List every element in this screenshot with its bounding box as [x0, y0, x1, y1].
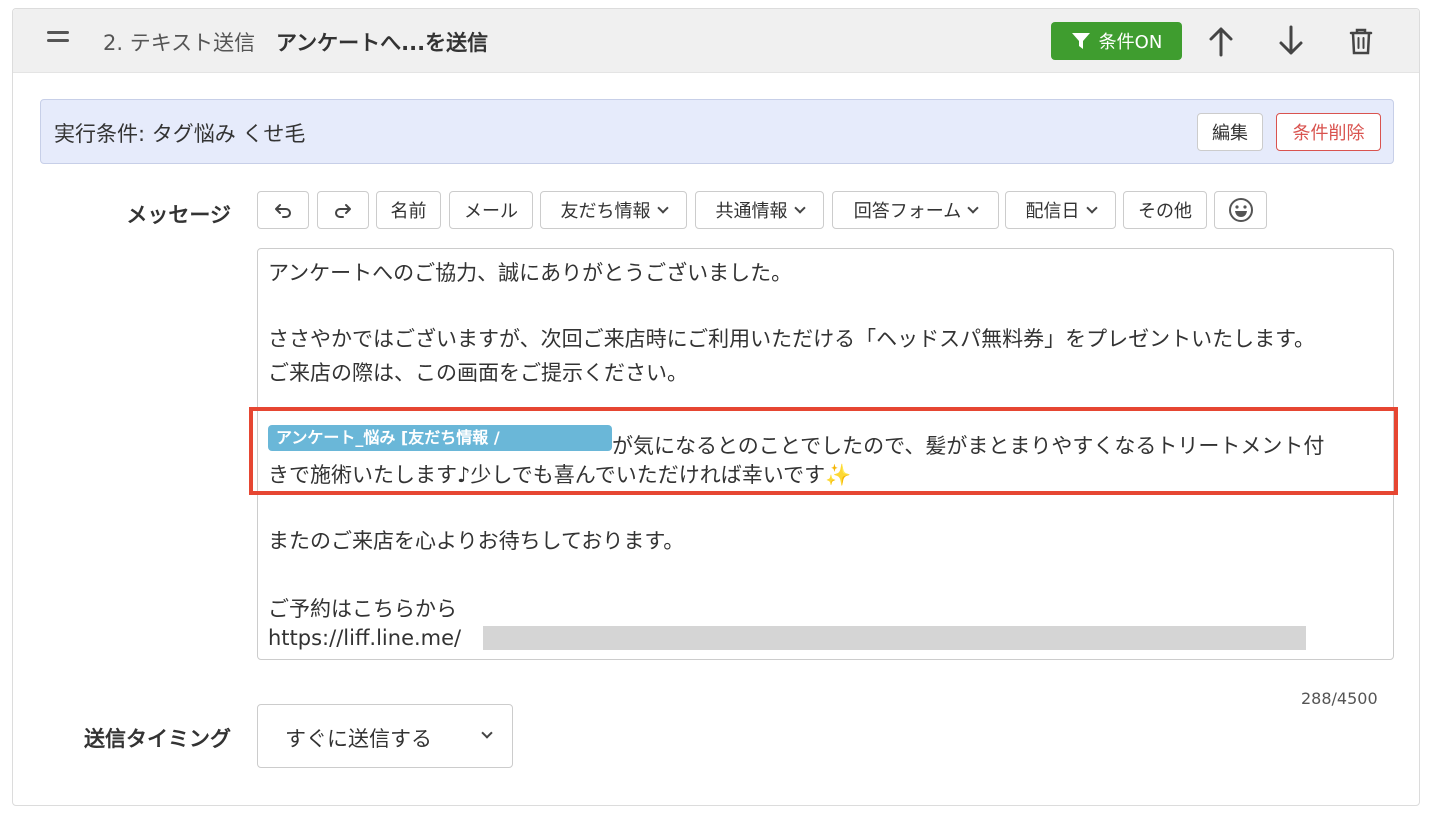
delete-step-button[interactable] — [1343, 23, 1379, 59]
chevron-down-icon — [793, 202, 806, 214]
trash-icon — [1349, 28, 1373, 55]
other-button[interactable]: その他 — [1123, 191, 1207, 229]
character-counter: 288/4500 — [1301, 689, 1378, 708]
message-line: ささやかではございますが、次回ご来店時にご利用いただける「ヘッドスパ無料券」をプ… — [268, 327, 1316, 351]
message-line: ご来店の際は、この画面をご提示ください。 — [268, 361, 688, 385]
message-label: メッセージ — [126, 203, 231, 227]
insert-mail-button[interactable]: メール — [449, 191, 533, 229]
answer-form-label: 回答フォーム — [853, 201, 962, 222]
common-info-label: 共通情報 — [715, 201, 788, 222]
other-label: その他 — [1138, 201, 1192, 222]
timing-select[interactable]: すぐに送信する — [257, 704, 513, 768]
timing-label: 送信タイミング — [84, 727, 231, 751]
emoji-icon — [1228, 198, 1253, 222]
message-line: アンケートへのご協力、誠にありがとうございました。 — [268, 261, 793, 285]
send-date-dropdown[interactable]: 配信日 — [1005, 191, 1116, 229]
message-line: ご予約はこちらから — [268, 597, 457, 621]
insert-mail-label: メール — [464, 201, 518, 222]
chevron-down-icon — [1085, 202, 1098, 214]
move-up-button[interactable] — [1203, 23, 1239, 59]
redo-button[interactable] — [317, 191, 369, 229]
common-info-dropdown[interactable]: 共通情報 — [695, 191, 824, 229]
step-card: 2. テキスト送信 アンケートへ...を送信 条件ON 実行条件: タグ悩み く… — [12, 8, 1420, 806]
arrow-up-icon — [1209, 27, 1233, 57]
move-down-button[interactable] — [1273, 23, 1309, 59]
timing-value: すぐに送信する — [285, 727, 432, 751]
delete-condition-button[interactable]: 条件削除 — [1276, 113, 1381, 151]
chevron-down-icon — [967, 202, 979, 214]
undo-button[interactable] — [257, 191, 309, 229]
message-line: https://liff.line.me/ — [268, 626, 462, 650]
answer-form-dropdown[interactable]: 回答フォーム — [832, 191, 999, 229]
redacted-url — [483, 626, 1306, 650]
condition-on-button[interactable]: 条件ON — [1051, 22, 1182, 60]
edit-condition-button[interactable]: 編集 — [1197, 113, 1263, 151]
step-header: 2. テキスト送信 アンケートへ...を送信 条件ON — [13, 9, 1419, 73]
filter-icon — [1071, 33, 1090, 49]
condition-text: 実行条件: タグ悩み くせ毛 — [54, 122, 306, 146]
chevron-down-icon — [656, 202, 669, 214]
friend-info-dropdown[interactable]: 友だち情報 — [540, 191, 687, 229]
send-date-label: 配信日 — [1025, 201, 1080, 222]
chevron-down-icon — [481, 727, 493, 739]
insert-name-label: 名前 — [390, 201, 427, 222]
drag-handle-icon[interactable] — [47, 31, 69, 43]
undo-icon — [275, 204, 291, 218]
arrow-down-icon — [1279, 25, 1303, 55]
emoji-button[interactable] — [1214, 191, 1267, 229]
condition-on-label: 条件ON — [1098, 32, 1163, 53]
condition-bar: 実行条件: タグ悩み くせ毛 編集 条件削除 — [40, 99, 1394, 164]
friend-info-label: 友だち情報 — [560, 201, 651, 222]
step-title: アンケートへ...を送信 — [276, 31, 489, 55]
message-line: またのご来店を心よりお待ちしております。 — [268, 529, 685, 553]
redo-icon — [335, 204, 351, 218]
highlight-box — [249, 407, 1398, 495]
insert-name-button[interactable]: 名前 — [376, 191, 441, 229]
step-label: 2. テキスト送信 — [103, 31, 256, 55]
